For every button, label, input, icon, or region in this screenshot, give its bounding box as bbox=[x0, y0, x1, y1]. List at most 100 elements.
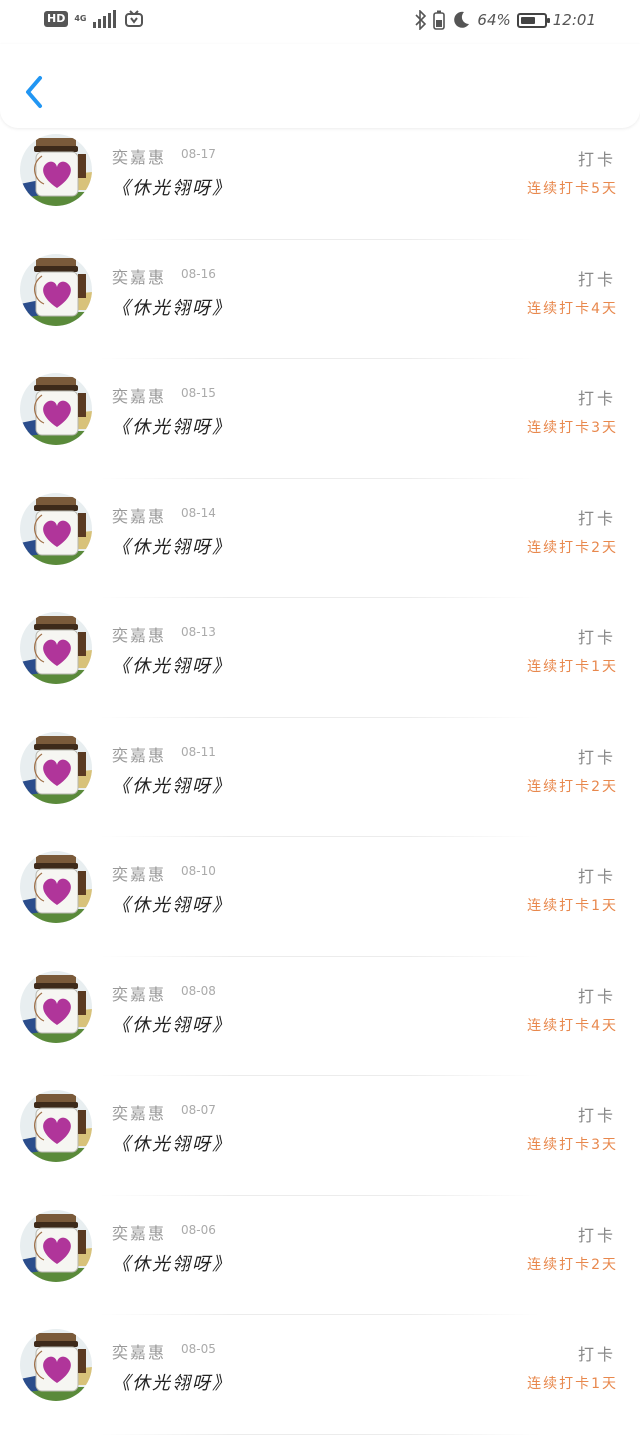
jar-heart-icon bbox=[20, 1090, 92, 1162]
signal-icon bbox=[93, 10, 117, 28]
streak-text: 连续打卡2天 bbox=[527, 1256, 618, 1273]
battery-icon bbox=[516, 12, 550, 28]
jar-heart-icon bbox=[20, 1209, 92, 1282]
checkin-label: 打卡 bbox=[577, 1345, 616, 1364]
status-left: HD 4G bbox=[44, 10, 144, 28]
jar-heart-icon bbox=[20, 253, 92, 326]
status-bar: HD 4G 64% 12:01 bbox=[0, 0, 640, 44]
network-type: 4G bbox=[74, 14, 87, 23]
moon-icon bbox=[454, 11, 470, 28]
checkin-list: 奕嘉惠 08-17 《休光翎呀》 打卡 连续打卡5天 奕嘉惠 08-16 《休光… bbox=[0, 120, 640, 1435]
book-title: 《休光翎呀》 bbox=[112, 1373, 232, 1394]
jar-heart-icon bbox=[20, 373, 92, 445]
checkin-date: 08-05 bbox=[181, 1342, 216, 1356]
checkin-label: 打卡 bbox=[577, 747, 616, 767]
streak-text: 连续打卡3天 bbox=[527, 1137, 618, 1153]
streak-text: 连续打卡1天 bbox=[527, 659, 618, 675]
user-name: 奕嘉惠 bbox=[112, 745, 167, 765]
battery-percent: 64% bbox=[477, 11, 511, 29]
list-item[interactable]: 奕嘉惠 08-06 《休光翎呀》 打卡 连续打卡2天 bbox=[0, 1196, 640, 1315]
streak-text: 连续打卡4天 bbox=[527, 300, 618, 317]
avatar bbox=[20, 1209, 92, 1282]
back-button[interactable] bbox=[18, 72, 54, 112]
avatar bbox=[20, 731, 92, 804]
user-name: 奕嘉惠 bbox=[112, 1104, 167, 1123]
tv-app-icon bbox=[125, 10, 144, 27]
checkin-date: 08-17 bbox=[181, 147, 216, 161]
book-title: 《休光翎呀》 bbox=[112, 536, 232, 558]
book-title: 《休光翎呀》 bbox=[112, 1014, 232, 1036]
checkin-label: 打卡 bbox=[577, 1106, 616, 1125]
list-item[interactable]: 奕嘉惠 08-14 《休光翎呀》 打卡 连续打卡2天 bbox=[0, 479, 640, 598]
list-item[interactable]: 奕嘉惠 08-10 《休光翎呀》 打卡 连续打卡1天 bbox=[0, 837, 640, 957]
list-item[interactable]: 奕嘉惠 08-16 《休光翎呀》 打卡 连续打卡4天 bbox=[0, 240, 640, 359]
list-item[interactable]: 奕嘉惠 08-17 《休光翎呀》 打卡 连续打卡5天 bbox=[0, 120, 640, 240]
user-name: 奕嘉惠 bbox=[112, 1223, 167, 1243]
checkin-label: 打卡 bbox=[577, 389, 616, 408]
book-title: 《休光翎呀》 bbox=[112, 1134, 232, 1155]
user-name: 奕嘉惠 bbox=[112, 1343, 167, 1362]
checkin-label: 打卡 bbox=[577, 1225, 616, 1245]
jar-heart-icon bbox=[20, 134, 92, 206]
list-item[interactable]: 奕嘉惠 08-05 《休光翎呀》 打卡 连续打卡1天 bbox=[0, 1315, 640, 1435]
jar-heart-icon bbox=[20, 851, 92, 923]
book-title: 《休光翎呀》 bbox=[112, 656, 232, 677]
checkin-label: 打卡 bbox=[577, 269, 616, 289]
divider bbox=[100, 1433, 540, 1435]
list-item[interactable]: 奕嘉惠 08-07 《休光翎呀》 打卡 连续打卡3天 bbox=[0, 1076, 640, 1196]
checkin-date: 08-10 bbox=[181, 864, 216, 878]
streak-text: 连续打卡2天 bbox=[527, 778, 618, 795]
jar-heart-icon bbox=[20, 492, 92, 565]
checkin-label: 打卡 bbox=[577, 150, 616, 169]
streak-text: 连续打卡5天 bbox=[527, 181, 618, 197]
user-name: 奕嘉惠 bbox=[112, 626, 167, 645]
book-title: 《休光翎呀》 bbox=[112, 775, 232, 797]
clock: 12:01 bbox=[552, 11, 596, 29]
checkin-label: 打卡 bbox=[577, 628, 616, 647]
jar-heart-icon bbox=[20, 1329, 92, 1401]
checkin-date: 08-15 bbox=[181, 386, 216, 400]
book-title: 《休光翎呀》 bbox=[112, 417, 232, 438]
jar-heart-icon bbox=[20, 731, 92, 804]
user-name: 奕嘉惠 bbox=[112, 506, 167, 526]
checkin-date: 08-14 bbox=[181, 505, 216, 520]
streak-text: 连续打卡2天 bbox=[527, 539, 618, 556]
list-item[interactable]: 奕嘉惠 08-15 《休光翎呀》 打卡 连续打卡3天 bbox=[0, 359, 640, 479]
hd-badge: HD bbox=[44, 11, 69, 27]
list-item[interactable]: 奕嘉惠 08-08 《休光翎呀》 打卡 连续打卡4天 bbox=[0, 957, 640, 1076]
battery-fill bbox=[520, 16, 535, 24]
avatar bbox=[20, 1329, 92, 1401]
checkin-date: 08-08 bbox=[181, 983, 216, 998]
avatar bbox=[20, 851, 92, 923]
user-name: 奕嘉惠 bbox=[112, 267, 167, 287]
checkin-label: 打卡 bbox=[577, 867, 616, 886]
book-title: 《休光翎呀》 bbox=[112, 297, 232, 319]
list-item[interactable]: 奕嘉惠 08-11 《休光翎呀》 打卡 连续打卡2天 bbox=[0, 718, 640, 837]
jar-heart-icon bbox=[20, 612, 92, 684]
checkin-date: 08-06 bbox=[181, 1222, 216, 1237]
checkin-date: 08-07 bbox=[181, 1103, 216, 1117]
checkin-date: 08-11 bbox=[181, 744, 216, 759]
user-name: 奕嘉惠 bbox=[112, 387, 167, 406]
checkin-date: 08-16 bbox=[181, 266, 216, 281]
header bbox=[0, 44, 640, 128]
avatar bbox=[20, 492, 92, 565]
avatar bbox=[20, 134, 92, 206]
checkin-label: 打卡 bbox=[577, 986, 616, 1006]
list-item[interactable]: 奕嘉惠 08-13 《休光翎呀》 打卡 连续打卡1天 bbox=[0, 598, 640, 718]
streak-text: 连续打卡1天 bbox=[527, 898, 618, 914]
streak-text: 连续打卡3天 bbox=[527, 420, 618, 436]
book-title: 《休光翎呀》 bbox=[112, 895, 232, 916]
chevron-left-icon bbox=[26, 76, 42, 108]
user-name: 奕嘉惠 bbox=[112, 865, 167, 884]
user-name: 奕嘉惠 bbox=[112, 148, 167, 167]
phone-battery-icon bbox=[433, 10, 446, 30]
avatar bbox=[20, 1090, 92, 1162]
avatar bbox=[20, 253, 92, 326]
streak-text: 连续打卡4天 bbox=[527, 1017, 618, 1034]
battery-tip bbox=[546, 17, 550, 23]
avatar bbox=[20, 373, 92, 445]
bluetooth-icon bbox=[415, 10, 427, 30]
checkin-label: 打卡 bbox=[577, 508, 616, 528]
avatar bbox=[20, 612, 92, 684]
